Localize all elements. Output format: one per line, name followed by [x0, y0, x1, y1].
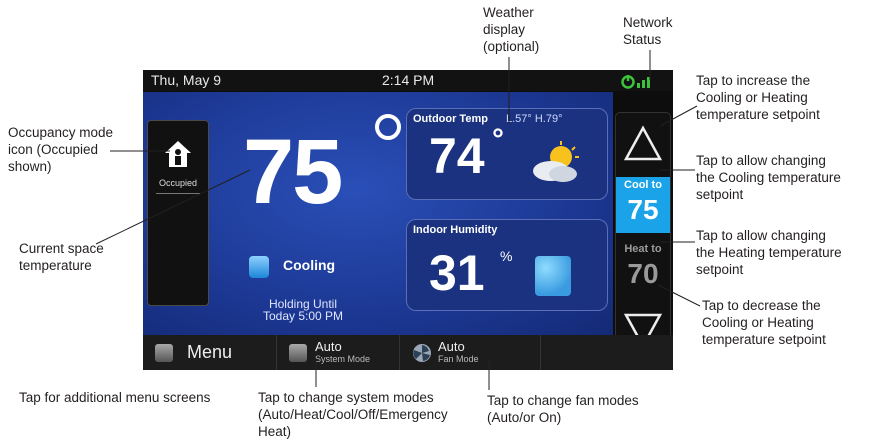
status-date: Thu, May 9 [151, 72, 222, 88]
degree-symbol [375, 114, 401, 140]
fan-mode-button[interactable]: Auto Fan Mode [400, 335, 541, 370]
system-status-label: Cooling [283, 257, 336, 273]
outdoor-temperature: 74 [429, 128, 485, 184]
callout-increase: Tap to increase the Cooling or Heating tem… [696, 73, 820, 122]
water-drops-icon [535, 256, 571, 296]
heat-setpoint-label: Heat to [624, 243, 662, 255]
humidity-title: Indoor Humidity [413, 224, 498, 236]
fan-icon [413, 344, 431, 362]
cool-setpoint-button[interactable]: Cool to 75 [616, 177, 670, 233]
outdoor-range: L.57° H.79° [506, 113, 563, 125]
humidity-value: 31 [429, 245, 485, 301]
system-mode-icon [289, 344, 307, 362]
setpoint-column: Cool to 75 Heat to 70 [615, 112, 671, 366]
callout-cool: Tap to allow changing the Cooling tempera… [696, 153, 841, 202]
up-arrow-icon [623, 125, 663, 161]
network-status-icon [621, 75, 650, 89]
system-mode-value: Auto [315, 339, 342, 354]
heat-setpoint-button[interactable]: Heat to 70 [616, 241, 670, 299]
fan-mode-label: Fan Mode [438, 354, 479, 364]
callout-decrease: Tap to decrease the Cooling or Heating tem… [702, 298, 826, 347]
bottom-bar: Menu Auto System Mode Auto Fan Mode [143, 335, 673, 370]
cool-setpoint-value: 75 [627, 194, 659, 225]
main-display: Occupied 75 Cooling Holding Until Today … [143, 92, 613, 335]
system-mode-button[interactable]: Auto System Mode [277, 335, 400, 370]
occupancy-panel[interactable]: Occupied [147, 120, 209, 306]
hold-status: Holding Until Today 5:00 PM [262, 297, 344, 323]
cool-setpoint-label: Cool to [624, 179, 662, 191]
indoor-humidity-panel: Indoor Humidity 31 % [406, 219, 608, 311]
menu-button[interactable]: Menu [143, 335, 277, 370]
thermostat-screen: Thu, May 9 2:14 PM Occupied 75 Cooling H… [143, 70, 673, 370]
system-mode-label: System Mode [315, 354, 371, 364]
increase-setpoint-button[interactable] [616, 119, 670, 171]
outdoor-weather-panel: Outdoor Temp L.57° H.79° 74 ° [406, 108, 608, 200]
heat-setpoint-value: 70 [627, 258, 659, 289]
callout-heat: Tap to allow changing the Heating tempera… [696, 228, 842, 277]
menu-label: Menu [187, 342, 233, 362]
occupancy-divider [156, 193, 200, 194]
callout-occupancy: Occupancy mode icon (Occupied shown) [8, 125, 114, 174]
callout-system-modes: Tap to change system modes (Auto/Heat/Coo… [258, 390, 448, 439]
occupancy-label: Occupied [158, 178, 198, 188]
callout-network: Network Status [623, 15, 673, 47]
status-time: 2:14 PM [382, 72, 435, 88]
callout-fan-modes: Tap to change fan modes (Auto/or On) [487, 393, 639, 425]
occupied-house-icon [165, 141, 191, 167]
outdoor-title: Outdoor Temp [413, 113, 488, 125]
callout-current-temp: Current space temperature [19, 241, 104, 273]
fan-mode-value: Auto [438, 339, 465, 354]
callout-weather: Weather display (optional) [483, 5, 540, 54]
outdoor-degree: ° [492, 123, 504, 156]
status-bar: Thu, May 9 2:14 PM [143, 70, 673, 91]
menu-icon [155, 344, 173, 362]
humidity-unit: % [500, 248, 513, 264]
callout-menu: Tap for additional menu screens [19, 390, 211, 405]
cooling-status-icon [249, 256, 269, 278]
current-temperature: 75 [243, 121, 343, 223]
partly-cloudy-icon [533, 141, 579, 182]
